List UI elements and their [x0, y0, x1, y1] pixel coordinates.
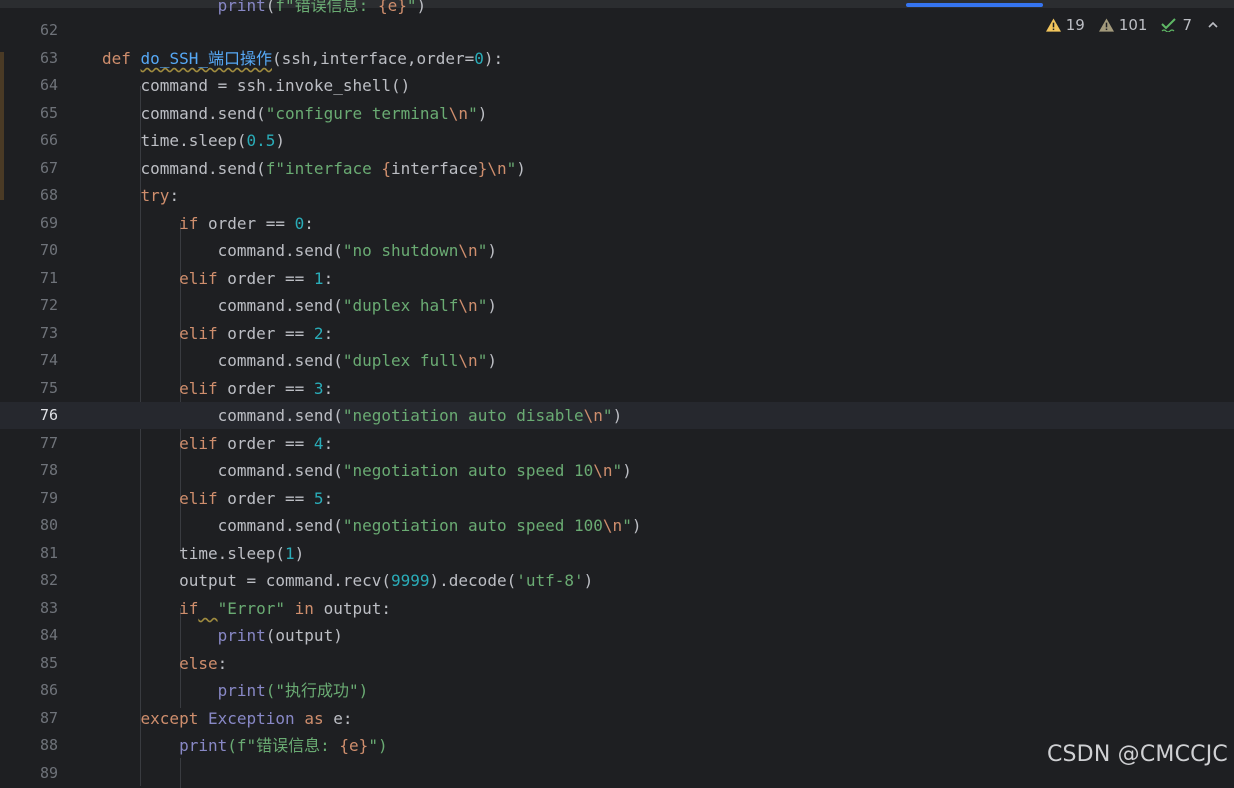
code-line-85[interactable]: 85 else: [0, 650, 1234, 677]
line-number: 86 [39, 681, 58, 699]
watermark: CSDN @CMCCJC [1046, 742, 1228, 767]
code-line-70[interactable]: 70 command.send("no shutdown\n") [0, 237, 1234, 264]
line-number: 76 [39, 406, 58, 424]
code-line-81[interactable]: 81 time.sleep(1) [0, 540, 1234, 567]
code-line-63[interactable]: 63 def do_SSH_端口操作(ssh,interface,order=0… [0, 45, 1234, 72]
typo-check-icon [1161, 18, 1177, 32]
code-line-69[interactable]: 69 if order == 0: [0, 210, 1234, 237]
line-number: 70 [39, 241, 58, 259]
code-line-76-current[interactable]: 76 command.send("negotiation auto disabl… [0, 402, 1234, 429]
code-line-72[interactable]: 72 command.send("duplex half\n") [0, 292, 1234, 319]
line-number: 82 [39, 571, 58, 589]
code-text: def do_SSH_端口操作(ssh,interface,order=0): [102, 49, 504, 68]
code-text: command.send(f"interface {interface}\n") [140, 159, 526, 178]
typos-indicator[interactable]: 7 [1161, 16, 1192, 34]
line-number: 88 [39, 736, 58, 754]
code-text: time.sleep(1) [179, 544, 305, 563]
line-number: 69 [39, 214, 58, 232]
code-text: command.send("negotiation auto disable\n… [217, 406, 623, 425]
weak-warning-icon [1098, 18, 1114, 32]
code-line-79[interactable]: 79 elif order == 5: [0, 485, 1234, 512]
code-text: output = command.recv(9999).decode('utf-… [179, 571, 594, 590]
line-number: 64 [39, 76, 58, 94]
warnings-count: 19 [1065, 16, 1085, 34]
code-line-66[interactable]: 66 time.sleep(0.5) [0, 127, 1234, 154]
code-line-74[interactable]: 74 command.send("duplex full\n") [0, 347, 1234, 374]
inspection-widget[interactable]: 19 101 7 [1045, 14, 1220, 36]
line-number: 89 [39, 764, 58, 782]
code-line-78[interactable]: 78 command.send("negotiation auto speed … [0, 457, 1234, 484]
code-text: time.sleep(0.5) [140, 131, 286, 150]
line-number: 66 [39, 131, 58, 149]
code-text: command = ssh.invoke_shell() [140, 76, 411, 95]
code-text: print(f"错误信息: {e}") [179, 736, 388, 755]
code-text: except Exception as e: [140, 709, 353, 728]
line-number: 72 [39, 296, 58, 314]
code-text: command.send("negotiation auto speed 100… [217, 516, 642, 535]
line-number: 71 [39, 269, 58, 287]
code-text: command.send("no shutdown\n") [217, 241, 497, 260]
code-text: elif order == 5: [179, 489, 334, 508]
code-line-82[interactable]: 82 output = command.recv(9999).decode('u… [0, 567, 1234, 594]
line-number: 85 [39, 654, 58, 672]
code-line-65[interactable]: 65 command.send("configure terminal\n") [0, 100, 1234, 127]
code-text: elif order == 4: [179, 434, 334, 453]
code-line-68[interactable]: 68 try: [0, 182, 1234, 209]
code-text: elif order == 3: [179, 379, 334, 398]
code-line-80[interactable]: 80 command.send("negotiation auto speed … [0, 512, 1234, 539]
line-number: 63 [39, 49, 58, 67]
code-line-73[interactable]: 73 elif order == 2: [0, 320, 1234, 347]
line-number: 80 [39, 516, 58, 534]
code-line-67[interactable]: 67 command.send(f"interface {interface}\… [0, 155, 1234, 182]
line-number: 65 [39, 104, 58, 122]
code-line-87[interactable]: 87 except Exception as e: [0, 705, 1234, 732]
code-line-84[interactable]: 84 print(output) [0, 622, 1234, 649]
code-text: print(output) [217, 626, 343, 645]
code-text: if order == 0: [179, 214, 314, 233]
line-number: 81 [39, 544, 58, 562]
code-line-86[interactable]: 86 print("执行成功") [0, 677, 1234, 704]
code-text: command.send("negotiation auto speed 10\… [217, 461, 632, 480]
code-text: print("执行成功") [217, 681, 369, 700]
line-number: 67 [39, 159, 58, 177]
code-text: elif order == 2: [179, 324, 334, 343]
warnings-indicator[interactable]: 19 [1045, 16, 1085, 34]
code-line-64[interactable]: 64 command = ssh.invoke_shell() [0, 72, 1234, 99]
code-text: command.send("duplex full\n") [217, 351, 497, 370]
warning-icon [1045, 18, 1061, 32]
line-number: 74 [39, 351, 58, 369]
line-number: 77 [39, 434, 58, 452]
chevron-up-icon[interactable] [1206, 18, 1220, 32]
code-line-71[interactable]: 71 elif order == 1: [0, 265, 1234, 292]
code-text: command.send("configure terminal\n") [140, 104, 488, 123]
code-text: if "Error" in output: [179, 599, 391, 618]
line-number: 83 [39, 599, 58, 617]
line-number: 84 [39, 626, 58, 644]
code-line-75[interactable]: 75 elif order == 3: [0, 375, 1234, 402]
line-number: 73 [39, 324, 58, 342]
code-text: elif order == 1: [179, 269, 334, 288]
code-text: else: [179, 654, 228, 673]
weak-warnings-indicator[interactable]: 101 [1098, 16, 1148, 34]
line-number: 87 [39, 709, 58, 727]
line-number: 68 [39, 186, 58, 204]
code-text: try: [140, 186, 180, 205]
line-number: 78 [39, 461, 58, 479]
code-line-77[interactable]: 77 elif order == 4: [0, 430, 1234, 457]
typos-count: 7 [1182, 16, 1192, 34]
line-number: 79 [39, 489, 58, 507]
code-text: command.send("duplex half\n") [217, 296, 497, 315]
code-line-83[interactable]: 83 if "Error" in output: [0, 595, 1234, 622]
line-number: 75 [39, 379, 58, 397]
line-number: 62 [39, 21, 58, 39]
weak-warnings-count: 101 [1118, 16, 1148, 34]
